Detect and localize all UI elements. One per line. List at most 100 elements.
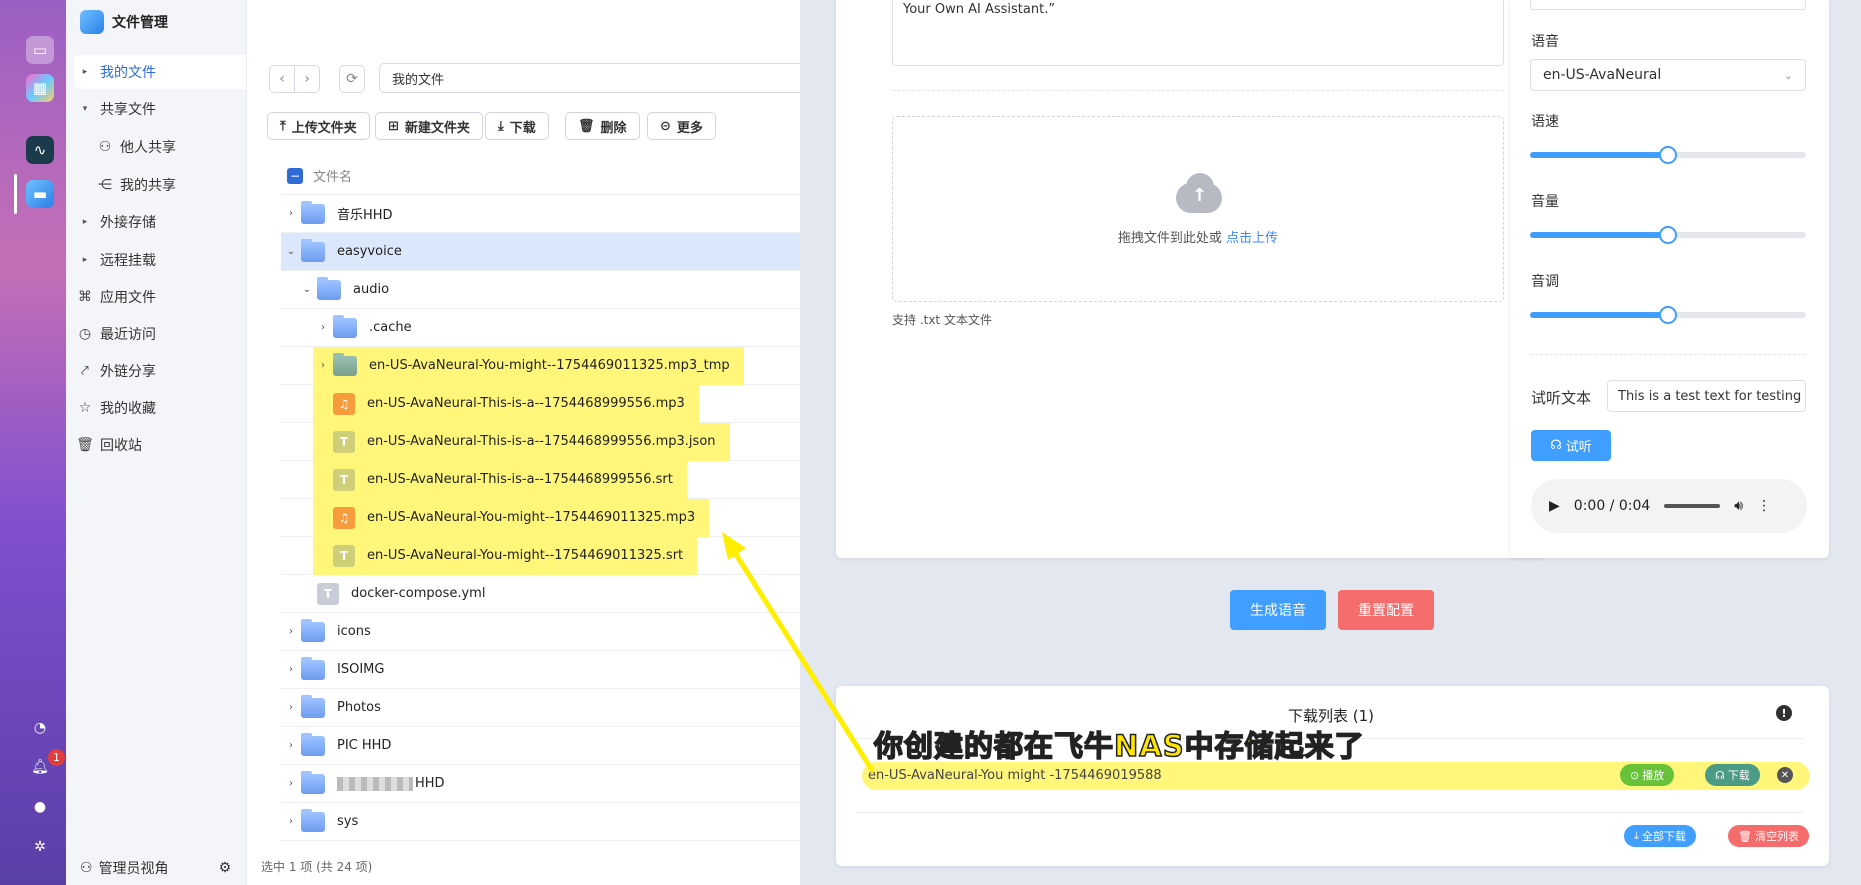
file-manager-icon[interactable]: ▬: [26, 180, 54, 208]
trash-icon: 🗑︎: [578, 118, 595, 134]
file-row[interactable]: ♫ en-US-AvaNeural-You-might--175446901132…: [281, 498, 800, 537]
path-bar[interactable]: 我的文件: [379, 63, 800, 93]
volume-icon[interactable]: 🔊︎: [1734, 498, 1743, 514]
volume-label: 音量: [1531, 194, 1559, 210]
file-drop-zone[interactable]: ↑ 拖拽文件到此处或 点击上传: [892, 116, 1504, 302]
file-row[interactable]: Tdocker-compose.yml: [281, 575, 800, 613]
bell-icon[interactable]: 🔔︎: [30, 757, 50, 777]
voice-select[interactable]: en-US-AvaNeural ⌄: [1530, 59, 1806, 91]
chevron-down-icon[interactable]: ⌄: [281, 246, 301, 257]
settings-icon[interactable]: ✲: [30, 837, 50, 857]
chevron-right-icon[interactable]: ›: [281, 816, 301, 827]
generate-button[interactable]: 生成语音: [1230, 590, 1326, 630]
app-center-icon[interactable]: ▦: [26, 74, 54, 102]
chevron-right-icon[interactable]: ›: [281, 702, 301, 713]
info-icon[interactable]: !: [1776, 705, 1792, 721]
gear-icon[interactable]: ⚙: [219, 860, 232, 876]
back-button[interactable]: ‹: [269, 65, 295, 93]
chevron-right-icon[interactable]: ›: [281, 208, 301, 219]
file-row[interactable]: › sys: [281, 803, 800, 841]
chevron-down-icon: ⌄: [1783, 68, 1793, 82]
chevron-right-icon[interactable]: ›: [281, 740, 301, 751]
folder-icon: [301, 618, 325, 642]
close-icon[interactable]: ✕: [1777, 767, 1793, 783]
file-name: sys: [337, 814, 359, 829]
speed-icon[interactable]: ◔: [30, 718, 50, 738]
download-button[interactable]: ⤓ 下载: [485, 112, 549, 140]
folder-icon: [333, 352, 357, 376]
text-file-icon: T: [317, 582, 339, 605]
download-item-label: 下载: [1727, 769, 1750, 782]
file-row[interactable]: Ten-US-AvaNeural-This-is-a--175446899955…: [281, 460, 800, 499]
forward-button[interactable]: ›: [294, 65, 320, 93]
download-label: 下载: [509, 120, 536, 136]
clear-list-button[interactable]: 🗑︎ 清空列表: [1728, 825, 1809, 847]
new-folder-button[interactable]: ⊞ 新建文件夹: [375, 112, 483, 140]
select-all-checkbox[interactable]: −: [287, 167, 303, 184]
file-row[interactable]: › icons: [281, 613, 800, 651]
download-item-button[interactable]: ☊ 下载: [1705, 764, 1760, 786]
chevron-right-icon[interactable]: ›: [281, 778, 301, 789]
delete-button[interactable]: 🗑︎ 删除: [565, 112, 640, 140]
play-item-button[interactable]: ⊙ 播放: [1620, 764, 1675, 786]
volume-slider[interactable]: [1530, 226, 1806, 244]
caret-right-icon: ▸: [82, 217, 88, 227]
file-row[interactable]: › .cache: [281, 309, 800, 347]
chevron-right-icon[interactable]: ›: [313, 360, 333, 371]
share-icon: ⋲: [98, 177, 112, 193]
admin-view[interactable]: ⚇ 管理员视角 ⚙: [80, 858, 231, 878]
pitch-slider[interactable]: [1530, 306, 1806, 324]
monitor-icon[interactable]: ▭: [26, 36, 54, 64]
drop-text-line: 拖拽文件到此处或 点击上传: [1118, 227, 1278, 246]
download-item-name: en-US-AvaNeural-You might -1754469019588: [868, 768, 1162, 783]
audio-file-icon: ♫: [333, 506, 355, 529]
file-row[interactable]: Ten-US-AvaNeural-You-might--175446901132…: [281, 536, 800, 575]
folder-icon: [301, 238, 325, 262]
file-row[interactable]: Ten-US-AvaNeural-This-is-a--175446899955…: [281, 422, 800, 461]
rate-slider[interactable]: [1530, 146, 1806, 164]
user-icon[interactable]: ●: [30, 797, 50, 817]
chevron-right-icon[interactable]: ›: [281, 664, 301, 675]
file-row[interactable]: ♫ en-US-AvaNeural-This-is-a--175446899955…: [281, 384, 800, 423]
file-row[interactable]: ⌄ audio: [281, 271, 800, 309]
download-all-button[interactable]: ⤓ 全部下载: [1624, 825, 1696, 847]
fm-sidebar: 文件管理 ▸ 我的文件 ▾ 共享文件 ⚇ 他人共享 ⋲ 我的共享 ▸ 外接存储 ▸ 远程挂载 ⌘ 应用文件…: [66, 0, 304, 885]
resource-monitor-icon[interactable]: ∿: [26, 136, 54, 164]
dl-divider-bottom: [856, 812, 1804, 813]
file-row[interactable]: › ISOIMG: [281, 651, 800, 689]
kebab-menu-icon[interactable]: ⋮: [1757, 498, 1771, 514]
text-input[interactable]: Your Own AI Assistant.”: [892, 0, 1504, 66]
rate-slider-handle[interactable]: [1659, 146, 1677, 164]
play-icon[interactable]: ▶: [1549, 498, 1560, 514]
chevron-right-icon[interactable]: ›: [281, 626, 301, 637]
reset-button[interactable]: 重置配置: [1338, 590, 1434, 630]
text-value: Your Own AI Assistant.”: [903, 2, 1056, 17]
upload-folder-button[interactable]: ⤒ 上传文件夹: [267, 112, 370, 140]
chevron-down-icon[interactable]: ⌄: [297, 284, 317, 295]
nav-item-label: 应用文件: [100, 290, 156, 306]
chevron-right-icon[interactable]: ›: [313, 322, 333, 333]
audio-progress[interactable]: [1664, 504, 1721, 508]
delete-label: 删除: [600, 120, 627, 136]
top-select-edge[interactable]: [1530, 0, 1806, 10]
file-row[interactable]: › en-US-AvaNeural-You-might--175446901132…: [281, 346, 800, 385]
pitch-slider-handle[interactable]: [1659, 306, 1677, 324]
rate-label: 语速: [1531, 114, 1559, 130]
click-upload-link[interactable]: 点击上传: [1226, 231, 1278, 246]
more-icon: ⊝: [660, 118, 671, 134]
refresh-button[interactable]: ⟳: [339, 65, 365, 93]
fm-titlebar: 文件管理: [80, 8, 168, 36]
file-row[interactable]: › Photos: [281, 689, 800, 727]
file-row[interactable]: › HHD: [281, 765, 800, 803]
file-row[interactable]: › PIC HHD: [281, 727, 800, 765]
more-button[interactable]: ⊝ 更多: [647, 112, 716, 140]
file-row[interactable]: ⌄ easyvoice: [281, 233, 800, 271]
new-folder-label: 新建文件夹: [404, 120, 470, 136]
col-filename[interactable]: 文件名: [313, 166, 352, 185]
volume-slider-handle[interactable]: [1659, 226, 1677, 244]
preview-button[interactable]: ☊ 试听: [1531, 430, 1611, 461]
active-indicator: [14, 174, 17, 214]
file-row[interactable]: › 音乐HHD: [281, 195, 800, 233]
preview-text-input[interactable]: This is a test text for testing t: [1607, 380, 1806, 412]
file-name: PIC HHD: [337, 738, 392, 753]
